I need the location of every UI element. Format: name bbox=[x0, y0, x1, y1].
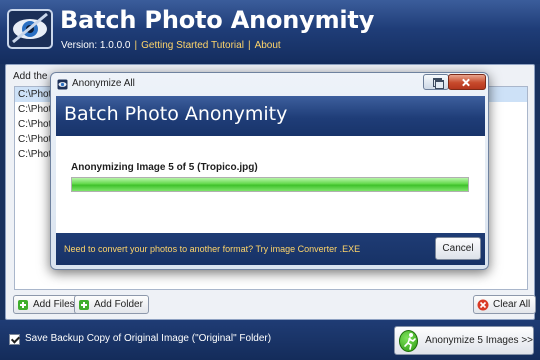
add-folder-icon bbox=[78, 299, 90, 311]
add-folder-label: Add Folder bbox=[94, 299, 143, 310]
clear-all-label: Clear All bbox=[493, 299, 531, 310]
cancel-button[interactable]: Cancel bbox=[435, 237, 481, 260]
close-button[interactable] bbox=[448, 74, 486, 90]
app-window-icon bbox=[57, 79, 68, 90]
progress-label: Anonymizing Image 5 of 5 (Tropico.jpg) bbox=[71, 162, 258, 173]
getting-started-link[interactable]: Getting Started Tutorial bbox=[141, 40, 244, 51]
about-link[interactable]: About bbox=[255, 40, 281, 51]
restore-button[interactable] bbox=[423, 74, 449, 90]
dialog-body: Anonymizing Image 5 of 5 (Tropico.jpg) bbox=[56, 136, 485, 233]
promo-text[interactable]: Need to convert your photos to another f… bbox=[64, 244, 360, 254]
link-separator: | bbox=[134, 40, 138, 51]
add-files-button[interactable]: Add Files bbox=[13, 295, 81, 314]
link-separator: | bbox=[247, 40, 251, 51]
add-files-label: Add Files bbox=[33, 299, 75, 310]
app-title: Batch Photo Anonymity bbox=[60, 6, 375, 34]
clear-all-button[interactable]: Clear All bbox=[473, 295, 537, 314]
anonymize-button[interactable]: Anonymize 5 Images >> bbox=[394, 326, 534, 355]
run-icon bbox=[399, 329, 419, 352]
anonymize-button-label: Anonymize 5 Images >> bbox=[425, 335, 533, 346]
eye-logo-icon bbox=[7, 9, 53, 49]
app-header: Batch Photo Anonymity Version: 1.0.0.0 | G… bbox=[0, 0, 540, 64]
backup-checkbox-label: Save Backup Copy of Original Image ("Ori… bbox=[25, 333, 272, 344]
app-links: Version: 1.0.0.0 | Getting Started Tutoria… bbox=[61, 40, 281, 51]
anonymize-dialog: Anonymize All Batch Photo Anonymity Anon… bbox=[50, 72, 489, 270]
backup-checkbox[interactable] bbox=[9, 334, 20, 345]
add-files-icon bbox=[17, 299, 29, 311]
clear-icon bbox=[477, 299, 489, 311]
dialog-banner-title: Batch Photo Anonymity bbox=[64, 103, 288, 125]
add-folder-button[interactable]: Add Folder bbox=[74, 295, 149, 314]
dialog-banner: Batch Photo Anonymity bbox=[56, 96, 485, 136]
progress-fill bbox=[72, 178, 468, 191]
dialog-footer: Need to convert your photos to another f… bbox=[56, 233, 485, 265]
dialog-title: Anonymize All bbox=[72, 78, 135, 89]
progress-bar bbox=[71, 177, 469, 192]
dialog-titlebar[interactable]: Anonymize All bbox=[51, 73, 488, 95]
version-text: Version: 1.0.0.0 bbox=[61, 40, 131, 51]
file-list-caption: Add the bbox=[13, 71, 48, 82]
